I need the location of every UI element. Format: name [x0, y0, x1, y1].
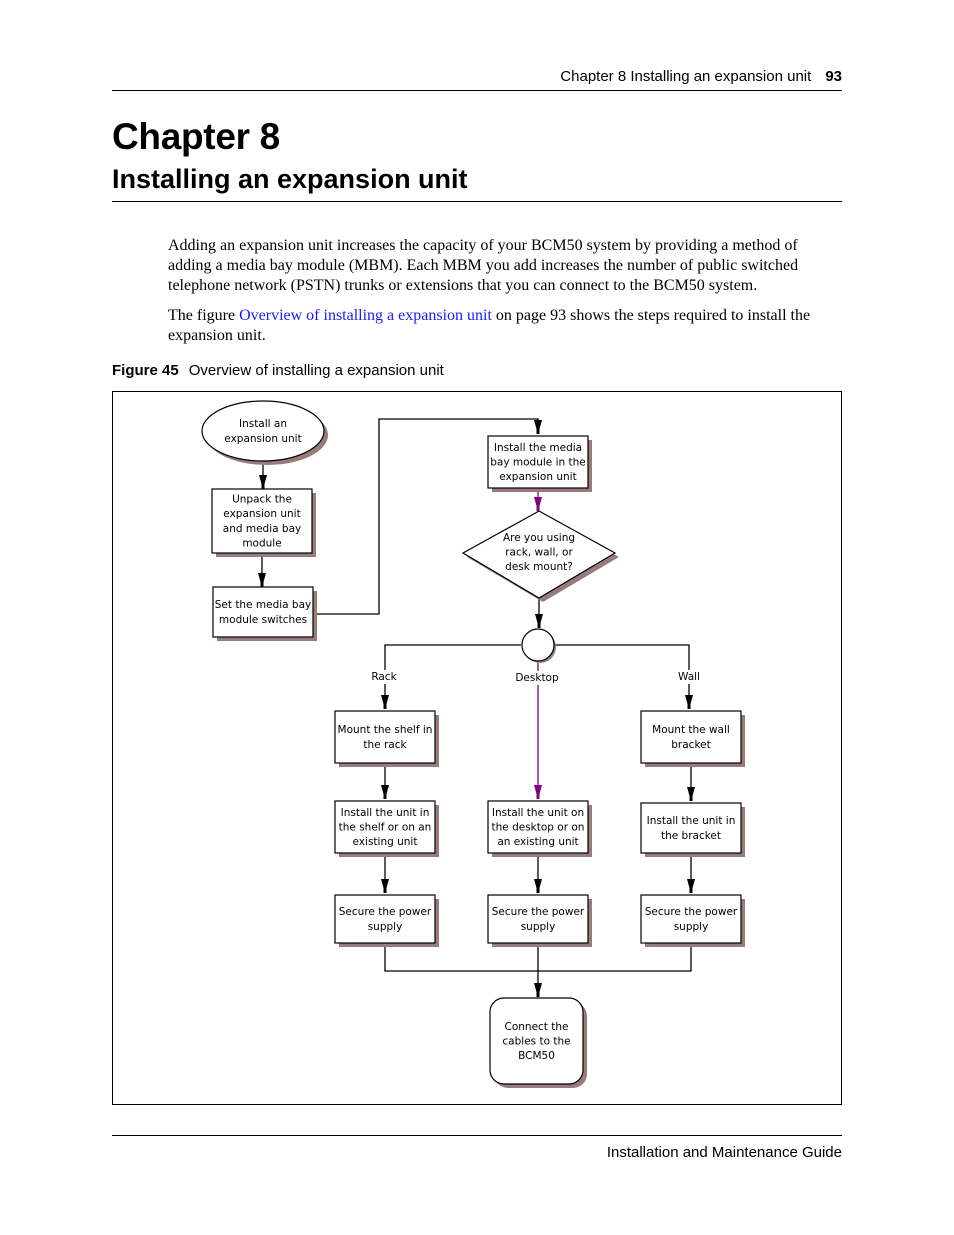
desk-power-node-line: Secure the power: [492, 906, 585, 918]
start-node-line: expansion unit: [224, 433, 301, 445]
arrow-to-end: [534, 983, 542, 997]
footer-rule: [112, 1135, 842, 1136]
branch-label-wall: Wall: [678, 671, 700, 683]
decision-node-line: desk mount?: [505, 561, 573, 573]
wall-mount-node-line: bracket: [671, 739, 710, 751]
arrow-to-wall-install: [687, 787, 695, 801]
rack-mount-node-line: Mount the shelf in: [338, 724, 433, 736]
install-mbm-node-line: Install the media: [494, 442, 582, 454]
figure-reference-paragraph: The figure Overview of installing a expa…: [168, 306, 844, 346]
arrow-to-desk-power: [534, 879, 542, 893]
rack-install-node-line: the shelf or on an: [339, 822, 432, 834]
install-mbm-node-line: expansion unit: [499, 471, 576, 483]
arrow-to-rack-install: [381, 785, 389, 799]
wall-mount-node-line: Mount the wall: [652, 724, 730, 736]
desk-power-node-line: supply: [521, 921, 556, 933]
junction-node: [521, 628, 555, 662]
arrow-to-junction: [535, 614, 543, 628]
start-node-line: Install an: [239, 418, 287, 430]
arrow-to-wall-power: [687, 879, 695, 893]
arrow-to-decision: [534, 497, 542, 511]
chapter-number: Chapter 8: [112, 116, 280, 157]
arrow-to-desk-install: [534, 785, 542, 799]
header-rule: [112, 90, 842, 91]
end-node-line: BCM50: [518, 1050, 555, 1062]
arrow-to-switches: [258, 573, 266, 587]
title-rule: [112, 201, 842, 202]
branch-label-rack: Rack: [371, 671, 397, 683]
figure-frame: Install an expansion unit Unpack the expans…: [112, 391, 842, 1105]
rack-power-node: [334, 894, 436, 944]
running-header: Chapter 8 Installing an expansion unit 93: [112, 68, 842, 85]
wall-mount-node: [640, 710, 742, 764]
footer-guide-title: Installation and Maintenance Guide: [606, 1144, 842, 1161]
chapter-title: Installing an expansion unit: [112, 164, 468, 194]
paragraph-text-prefix: The figure: [168, 307, 240, 324]
running-title: Chapter 8 Installing an expansion unit: [560, 68, 812, 85]
wall-power-node-line: Secure the power: [645, 906, 738, 918]
rack-install-node-line: existing unit: [353, 836, 418, 848]
rack-mount-node-line: the rack: [363, 739, 407, 751]
unpack-node-line: and media bay: [223, 523, 301, 535]
desk-install-node-line: the desktop or on: [492, 822, 585, 834]
switches-node-line: module switches: [219, 614, 307, 626]
arrow-to-unpack: [259, 475, 267, 489]
unpack-node-line: expansion unit: [223, 508, 300, 520]
end-node-line: Connect the: [505, 1021, 569, 1033]
rack-install-node-line: Install the unit in: [341, 807, 430, 819]
wall-power-node: [640, 894, 742, 944]
desk-install-node-line: an existing unit: [497, 836, 578, 848]
switches-node-line: Set the media bay: [215, 599, 312, 611]
desk-power-node: [487, 894, 589, 944]
wall-install-node: [640, 802, 742, 854]
arrow-to-wall-mount: [685, 695, 693, 709]
rack-power-node-line: Secure the power: [339, 906, 432, 918]
intro-paragraph: Adding an expansion unit increases the c…: [168, 237, 799, 294]
rack-power-node-line: supply: [368, 921, 403, 933]
figure-caption-text: Overview of installing a expansion unit: [188, 362, 444, 379]
decision-node-line: rack, wall, or: [505, 547, 573, 559]
install-mbm-node-line: bay module in the: [490, 457, 585, 469]
decision-node-line: Are you using: [503, 532, 575, 544]
start-node: [201, 400, 325, 462]
branch-label-desktop: Desktop: [515, 672, 559, 684]
desk-install-node-line: Install the unit on: [492, 807, 584, 819]
arrow-to-rack-mount: [381, 695, 389, 709]
arrow-to-rack-power: [381, 879, 389, 893]
switches-node: [212, 586, 314, 638]
wall-install-node-line: the bracket: [661, 830, 721, 842]
end-node-line: cables to the: [502, 1036, 570, 1048]
wall-power-node-line: supply: [674, 921, 709, 933]
flowchart: Install an expansion unit Unpack the expans…: [201, 400, 745, 1088]
unpack-node-line: Unpack the: [232, 494, 292, 506]
page-number: 93: [825, 68, 842, 85]
figure-link[interactable]: Overview of installing a expansion unit: [239, 307, 492, 324]
rack-mount-node: [334, 710, 436, 764]
arrow-to-install-mbm: [534, 420, 542, 434]
figure-label: Figure 45: [112, 362, 179, 379]
unpack-node-line: module: [242, 537, 281, 549]
wall-install-node-line: Install the unit in: [647, 815, 736, 827]
figure-caption: Figure 45 Overview of installing a expans…: [112, 362, 444, 379]
